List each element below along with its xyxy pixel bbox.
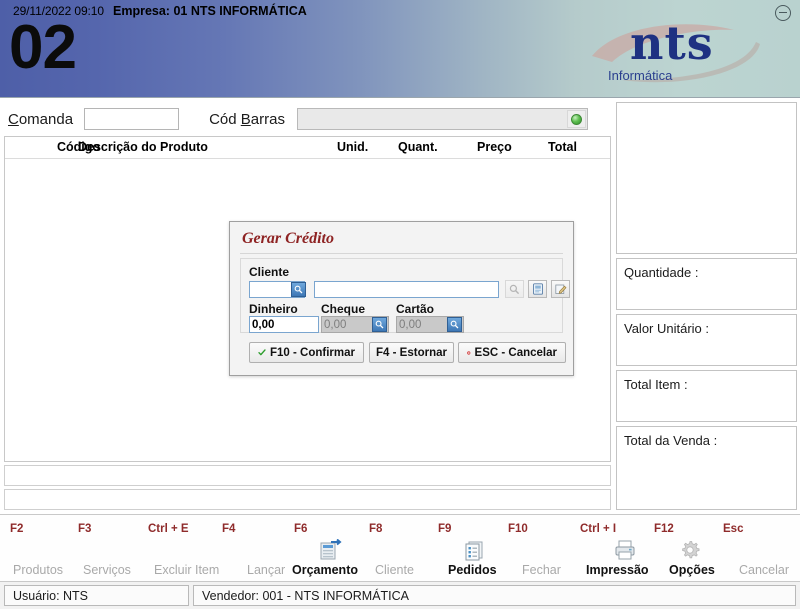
column-header-unid: Unid.: [337, 140, 369, 154]
cliente-search-button[interactable]: [291, 282, 306, 297]
fn-label-lancar: Lançar: [247, 563, 286, 577]
function-key-toolbar: F2 Produtos F3 Serviços Ctrl + E Excluir…: [0, 514, 800, 582]
cartao-label: Cartão: [396, 302, 435, 316]
cliente-card-button[interactable]: [528, 280, 547, 298]
fn-key-ctrl-i: Ctrl + I: [580, 523, 617, 535]
dinheiro-label: Dinheiro: [249, 302, 298, 316]
grid-header-row: Código Descrição do Produto Unid. Quant.…: [5, 137, 610, 159]
column-header-quant: Quant.: [398, 140, 438, 154]
fn-key-f4: F4: [222, 523, 236, 535]
logo-subtitle: Informática: [608, 68, 673, 83]
fn-label-servicos: Serviços: [83, 563, 131, 577]
status-bar: Usuário: NTS Vendedor: 001 - NTS INFORMÁ…: [0, 582, 800, 609]
fn-label-fechar: Fechar: [522, 563, 561, 577]
side-panel-label-total-venda: Total da Venda :: [624, 433, 718, 448]
cliente-edit-button[interactable]: [551, 280, 570, 298]
fn-label-excluir-item: Excluir Item: [154, 563, 220, 577]
codbarras-action-button[interactable]: [566, 110, 586, 128]
cheque-label: Cheque: [321, 302, 366, 316]
document-arrow-icon: [318, 538, 342, 561]
app-header: 29/11/2022 09:10 Empresa: 01 NTS INFORMÁ…: [0, 0, 800, 98]
header-company: Empresa: 01 NTS INFORMÁTICA: [113, 4, 307, 18]
codbarras-input[interactable]: [296, 108, 588, 130]
right-column: Quantidade : Valor Unitário : Total Item…: [615, 98, 800, 514]
fn-label-pedidos: Pedidos: [448, 563, 497, 577]
check-icon: [258, 349, 266, 356]
magnifier-icon: [509, 284, 520, 294]
fn-label-impressao: Impressão: [586, 563, 649, 577]
printer-icon: [613, 539, 637, 561]
side-panel-valor-unitario: Valor Unitário :: [616, 314, 797, 366]
confirmar-button-label: F10 - Confirmar: [270, 346, 355, 359]
fn-key-f6: F6: [294, 523, 308, 535]
comanda-label: Comanda: [8, 110, 74, 128]
status-vendedor: Vendedor: 001 - NTS INFORMÁTICA: [193, 585, 796, 606]
info-strip-1: [4, 465, 611, 486]
side-panel-label-quantidade: Quantidade :: [624, 265, 699, 280]
fn-key-f10: F10: [508, 523, 528, 535]
dialog-title-divider: [240, 253, 563, 254]
green-circle-icon: [570, 113, 582, 125]
list-icon: [463, 539, 487, 561]
dinheiro-input[interactable]: [249, 316, 319, 333]
fn-key-f9: F9: [438, 523, 452, 535]
gear-icon: [678, 539, 702, 561]
cancelar-button[interactable]: ESC - Cancelar: [458, 342, 566, 363]
magnifier-icon: [375, 320, 384, 329]
estornar-button-label: F4 - Estornar: [376, 346, 447, 359]
magnifier-icon: [450, 320, 459, 329]
confirmar-button[interactable]: F10 - Confirmar: [249, 342, 364, 363]
column-header-total: Total: [548, 140, 577, 154]
terminal-number: 02: [9, 13, 77, 82]
cartao-search-button[interactable]: [447, 317, 462, 332]
fn-key-f8: F8: [369, 523, 383, 535]
cancelar-button-label: ESC - Cancelar: [474, 346, 557, 359]
fn-label-opcoes: Opções: [669, 563, 715, 577]
fn-label-cancelar: Cancelar: [739, 563, 790, 577]
pos-application-window: 29/11/2022 09:10 Empresa: 01 NTS INFORMÁ…: [0, 0, 800, 609]
side-panel-total-venda: Total da Venda :: [616, 426, 797, 510]
side-panel-display: [616, 102, 797, 254]
cheque-search-button[interactable]: [372, 317, 387, 332]
fn-label-produtos: Produtos: [13, 563, 64, 577]
cliente-lookup-button[interactable]: [505, 280, 524, 298]
fn-key-f3: F3: [78, 523, 92, 535]
id-card-icon: [532, 283, 543, 295]
column-header-descricao: Descrição do Produto: [78, 140, 208, 154]
cliente-label: Cliente: [249, 265, 290, 279]
dialog-title: Gerar Crédito: [242, 230, 334, 247]
info-strip-2: [4, 489, 611, 510]
fn-label-orcamento: Orçamento: [292, 563, 358, 577]
status-usuario: Usuário: NTS: [4, 585, 189, 606]
fn-key-ctrl-e: Ctrl + E: [148, 523, 189, 535]
cancel-icon: [467, 350, 471, 355]
dialog-fields-group: Cliente Dinheiro Cheque Cartão 0,00 0,00…: [240, 258, 570, 333]
fn-key-f2: F2: [10, 523, 24, 535]
side-panel-label-valor-unitario: Valor Unitário :: [624, 321, 710, 336]
column-header-preco: Preço: [477, 140, 512, 154]
side-panel-quantidade: Quantidade :: [616, 258, 797, 310]
logo-text: nts: [630, 16, 714, 70]
side-panel-label-total-item: Total Item :: [624, 377, 688, 392]
cliente-name-input[interactable]: [314, 281, 499, 298]
codbarras-label: Cód Barras: [209, 110, 285, 128]
side-panel-total-item: Total Item :: [616, 370, 797, 422]
magnifier-icon: [294, 285, 303, 294]
nts-logo: nts Informática: [584, 18, 774, 90]
fn-key-esc: Esc: [723, 523, 744, 535]
fn-key-f12: F12: [654, 523, 674, 535]
edit-pencil-icon: [554, 284, 566, 294]
fn-label-cliente: Cliente: [375, 563, 414, 577]
gerar-credito-dialog: Gerar Crédito Cliente Dinheiro Cheque Ca…: [229, 221, 574, 376]
entry-toolbar: Comanda Cód Barras: [3, 102, 612, 136]
comanda-input[interactable]: [84, 108, 180, 130]
estornar-button[interactable]: F4 - Estornar: [369, 342, 454, 363]
minimize-icon[interactable]: [775, 5, 791, 21]
